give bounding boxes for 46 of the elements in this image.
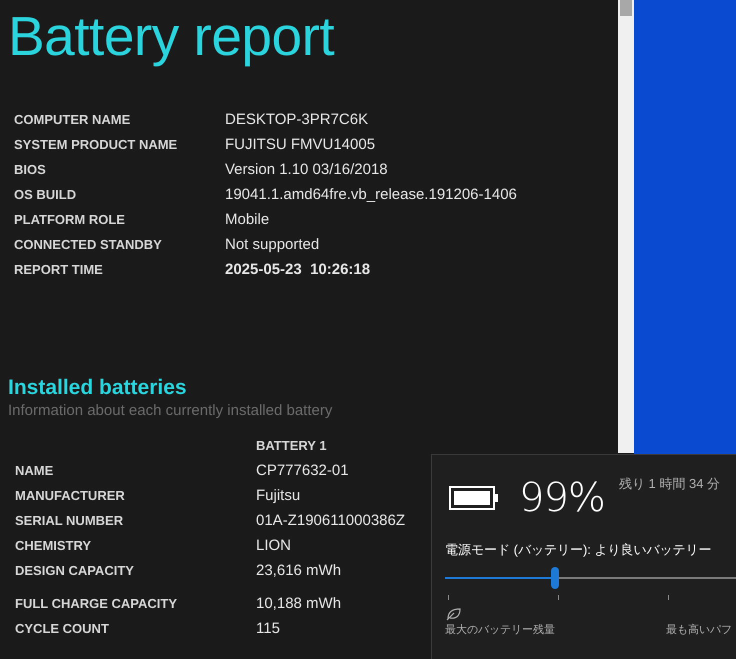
field-value: 2025-05-23 10:26:18 bbox=[225, 260, 372, 279]
leaf-icon bbox=[446, 607, 462, 621]
field-label: BIOS bbox=[14, 161, 47, 179]
field-value: 115 bbox=[256, 619, 281, 638]
slider-tick bbox=[668, 595, 669, 600]
field-value: DESKTOP-3PR7C6K bbox=[225, 110, 370, 129]
field-label: REPORT TIME bbox=[14, 261, 104, 279]
field-label: FULL CHARGE CAPACITY bbox=[15, 595, 178, 613]
field-label: NAME bbox=[15, 462, 54, 480]
power-mode-slider[interactable] bbox=[445, 567, 736, 589]
field-label: CONNECTED STANDBY bbox=[14, 236, 163, 254]
battery-percentage: 99% bbox=[519, 475, 605, 521]
scrollbar-thumb[interactable] bbox=[620, 0, 632, 16]
field-value: FUJITSU FMVU14005 bbox=[225, 135, 376, 154]
field-label: DESIGN CAPACITY bbox=[15, 562, 135, 580]
slider-thumb[interactable] bbox=[550, 567, 559, 589]
field-value: 19041.1.amd64fre.vb_release.191206-1406 bbox=[225, 185, 517, 204]
field-label: CHEMISTRY bbox=[15, 537, 92, 555]
field-value: CP777632-01 bbox=[256, 461, 350, 480]
field-value: LION bbox=[256, 536, 292, 555]
field-value: 01A-Z190611000386Z bbox=[256, 511, 406, 530]
column-header: BATTERY 1 bbox=[256, 437, 328, 455]
slider-right-label: 最も高いパフ bbox=[666, 623, 732, 637]
field-value: Not supported bbox=[225, 235, 320, 254]
field-label: MANUFACTURER bbox=[15, 487, 126, 505]
field-label: SERIAL NUMBER bbox=[15, 512, 124, 530]
slider-left-label: 最大のバッテリー残量 bbox=[445, 623, 555, 637]
slider-tick bbox=[558, 595, 559, 600]
time-remaining: 残り 1 時間 34 分 bbox=[618, 475, 720, 493]
field-label: PLATFORM ROLE bbox=[14, 211, 126, 229]
section-subtitle: Information about each currently installed battery bbox=[8, 401, 332, 421]
battery-icon bbox=[449, 486, 499, 510]
field-value: Version 1.10 03/16/2018 bbox=[225, 160, 389, 179]
field-label: OS BUILD bbox=[14, 186, 78, 204]
report-title: Battery report bbox=[8, 4, 334, 68]
scrollbar[interactable] bbox=[618, 0, 634, 453]
power-mode-label: 電源モード (バッテリー): より良いバッテリー bbox=[445, 541, 712, 559]
slider-tick bbox=[448, 595, 449, 600]
field-label: CYCLE COUNT bbox=[15, 620, 110, 638]
field-value: Fujitsu bbox=[256, 486, 302, 505]
field-value: Mobile bbox=[225, 210, 270, 229]
field-value: 23,616 mWh bbox=[256, 561, 342, 580]
field-label: COMPUTER NAME bbox=[14, 111, 132, 129]
field-value: 10,188 mWh bbox=[256, 594, 342, 613]
section-heading: Installed batteries bbox=[8, 375, 187, 401]
field-label: SYSTEM PRODUCT NAME bbox=[14, 136, 178, 154]
